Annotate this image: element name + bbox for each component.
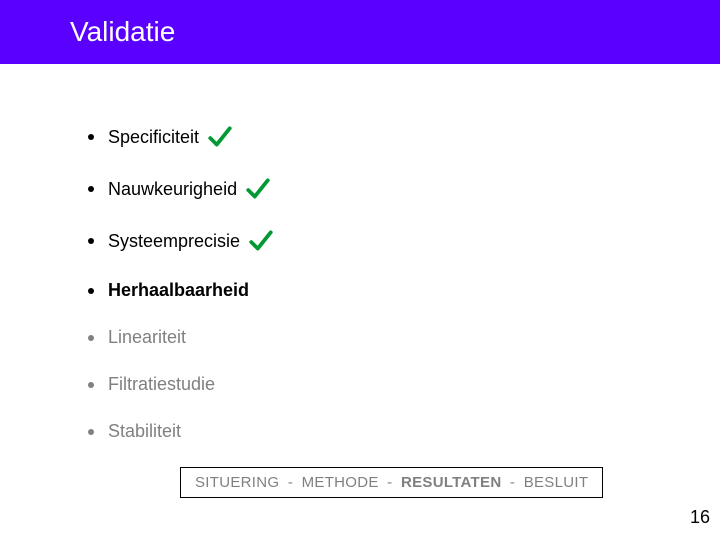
- bullet-dot: [88, 134, 94, 140]
- breadcrumb-part: METHODE: [302, 474, 379, 491]
- bullet-dot: [88, 335, 94, 341]
- check-icon: [245, 176, 271, 202]
- item-label: Herhaalbaarheid: [108, 280, 249, 301]
- check-icon: [207, 124, 233, 150]
- breadcrumb-sep: -: [383, 474, 397, 491]
- check-icon: [248, 228, 274, 254]
- breadcrumb-sep: -: [283, 474, 297, 491]
- item-label: Systeemprecisie: [108, 231, 240, 252]
- breadcrumb-part-active: RESULTATEN: [401, 474, 502, 491]
- list-item: Nauwkeurigheid: [88, 176, 720, 202]
- item-label: Lineariteit: [108, 327, 186, 348]
- list-item: Stabiliteit: [88, 421, 720, 442]
- breadcrumb: SITUERING - METHODE - RESULTATEN - BESLU…: [180, 467, 603, 498]
- slide-body: Specificiteit Nauwkeurigheid Systeemprec…: [0, 64, 720, 442]
- list-item: Specificiteit: [88, 124, 720, 150]
- breadcrumb-part: SITUERING: [195, 474, 279, 491]
- bullet-dot: [88, 288, 94, 294]
- item-label: Nauwkeurigheid: [108, 179, 237, 200]
- item-label: Specificiteit: [108, 127, 199, 148]
- item-label: Stabiliteit: [108, 421, 181, 442]
- list-item: Herhaalbaarheid: [88, 280, 720, 301]
- bullet-dot: [88, 238, 94, 244]
- item-label: Filtratiestudie: [108, 374, 215, 395]
- breadcrumb-sep: -: [505, 474, 519, 491]
- list-item: Lineariteit: [88, 327, 720, 348]
- breadcrumb-part: BESLUIT: [524, 474, 589, 491]
- slide-header: Validatie: [0, 0, 720, 64]
- bullet-dot: [88, 429, 94, 435]
- page-number: 16: [690, 507, 710, 528]
- list-item: Filtratiestudie: [88, 374, 720, 395]
- bullet-dot: [88, 382, 94, 388]
- slide-title: Validatie: [70, 16, 175, 48]
- list-item: Systeemprecisie: [88, 228, 720, 254]
- bullet-dot: [88, 186, 94, 192]
